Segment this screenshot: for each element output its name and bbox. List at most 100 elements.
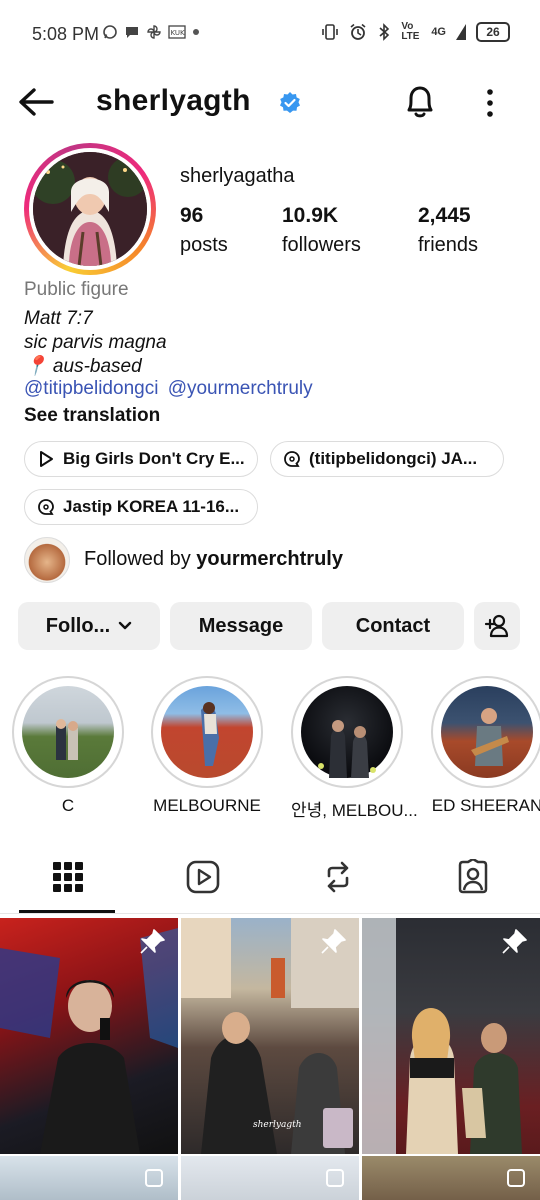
- threads-link[interactable]: @yourmerchtruly: [168, 378, 313, 399]
- friends-stat[interactable]: 2,445 friends: [418, 204, 478, 257]
- bio-line: sic parvis magna: [24, 332, 167, 353]
- highlight-label: ED SHEERAN: [431, 796, 540, 815]
- vertical-dots-icon: [487, 89, 493, 117]
- threads-chat-icon: [284, 451, 300, 467]
- contact-button[interactable]: Contact: [322, 602, 464, 650]
- system-icons: Vo LTE 4G 26: [321, 22, 510, 42]
- highlight-item[interactable]: MELBOURNE: [151, 676, 263, 816]
- tagged-icon: [458, 859, 487, 894]
- whatsapp-icon: [103, 25, 117, 39]
- posts-label: posts: [180, 234, 228, 256]
- follow-button[interactable]: Follo...: [18, 602, 160, 650]
- tab-reels[interactable]: [135, 840, 270, 914]
- message-button[interactable]: Message: [170, 602, 312, 650]
- bio: Matt 7:7 sic parvis magna 📍 aus-based: [24, 307, 167, 379]
- highlight-cover: [301, 686, 393, 778]
- bluetooth-icon: [379, 23, 390, 41]
- suggested-people-button[interactable]: [474, 602, 520, 650]
- pinned-icon: [502, 929, 527, 954]
- highlight-label: MELBOURNE: [153, 796, 261, 815]
- threads-chat-icon: [38, 499, 54, 515]
- dot-icon: [193, 29, 199, 35]
- chip-label: (titipbelidongci) JA...: [309, 449, 478, 468]
- profile-tabs: [0, 840, 540, 914]
- status-bar: 5:08 PM KUK Vo LTE 4G 26: [0, 0, 540, 70]
- posts-stat[interactable]: 96 posts: [180, 204, 228, 257]
- notification-icons: KUK: [102, 24, 200, 40]
- post-thumbnail[interactable]: sherlyagth: [181, 918, 359, 1154]
- grid-icon: [52, 862, 83, 892]
- see-translation-link[interactable]: See translation: [24, 405, 160, 427]
- status-time: 5:08 PM: [32, 24, 100, 44]
- followers-count: 10.9K: [282, 204, 339, 227]
- friends-count: 2,445: [418, 204, 471, 227]
- signal-icon: [456, 24, 466, 40]
- post-thumbnail[interactable]: [362, 1156, 540, 1200]
- more-options-button[interactable]: [478, 86, 502, 120]
- back-arrow-icon: [19, 88, 54, 116]
- notifications-button[interactable]: [402, 82, 438, 120]
- multi-post-icon: [326, 1169, 344, 1187]
- pinned-icon: [321, 929, 346, 954]
- display-name: sherlyagatha: [180, 165, 295, 187]
- post-thumbnail[interactable]: [362, 918, 540, 1154]
- bio-line: 📍 aus-based: [24, 356, 142, 377]
- profile-category: Public figure: [24, 279, 129, 300]
- tab-reposts[interactable]: [270, 840, 405, 914]
- highlight-item[interactable]: 안녕, MELBOU...: [291, 676, 418, 821]
- profile-avatar[interactable]: [24, 143, 156, 275]
- highlight-cover: [441, 686, 533, 778]
- kuk-app-icon: KUK: [168, 25, 186, 39]
- reposts-icon: [327, 861, 348, 893]
- chat-bubble-icon: [126, 27, 138, 38]
- post-thumbnail[interactable]: [181, 1156, 359, 1200]
- chip-label: Big Girls Don't Cry E...: [63, 449, 245, 468]
- pinwheel-icon: [147, 25, 161, 39]
- link-chip-thread[interactable]: Jastip KOREA 11-16...: [24, 489, 258, 525]
- highlight-item[interactable]: ED SHEERAN: [431, 676, 540, 816]
- verified-badge-icon: [280, 92, 300, 113]
- post-thumbnail[interactable]: [0, 1156, 178, 1200]
- back-button[interactable]: [16, 82, 56, 122]
- multi-post-icon: [145, 1169, 163, 1187]
- header-username: sherlyagth: [96, 84, 251, 117]
- link-chip-music[interactable]: Big Girls Don't Cry E...: [24, 441, 258, 477]
- bell-icon: [407, 86, 433, 118]
- active-tab-indicator: [19, 910, 115, 913]
- volte-indicator: Vo LTE: [401, 21, 420, 42]
- network-type: 4G: [431, 26, 446, 38]
- followers-label: followers: [282, 234, 361, 256]
- friends-label: friends: [418, 234, 479, 256]
- mutual-follower-avatar[interactable]: [24, 537, 70, 583]
- add-person-icon: [484, 614, 509, 638]
- followed-by-text[interactable]: Followed by yourmerchtruly: [84, 548, 343, 571]
- bio-line: Matt 7:7: [24, 308, 93, 329]
- profile-photo: [33, 152, 147, 266]
- reels-icon: [186, 860, 219, 894]
- multi-post-icon: [507, 1169, 525, 1187]
- highlight-label: C: [61, 796, 75, 815]
- threads-link[interactable]: @titipbelidongci: [24, 378, 158, 399]
- svg-text:KUK: KUK: [171, 29, 186, 37]
- mutual-follower-name: yourmerchtruly: [196, 548, 343, 570]
- highlight-label: 안녕, MELBOU...: [291, 801, 418, 820]
- chip-label: Jastip KOREA 11-16...: [63, 497, 240, 516]
- profile-photo-illustration: [33, 152, 147, 266]
- tab-tagged[interactable]: [405, 840, 540, 914]
- followers-stat[interactable]: 10.9K followers: [282, 204, 361, 257]
- highlight-cover: [161, 686, 253, 778]
- link-chip-thread[interactable]: (titipbelidongci) JA...: [270, 441, 504, 477]
- alarm-icon: [350, 23, 366, 40]
- play-icon: [40, 451, 53, 467]
- vibrate-icon: [322, 24, 339, 40]
- battery-indicator: 26: [476, 22, 510, 42]
- threads-links: @titipbelidongci @yourmerchtruly: [24, 378, 313, 400]
- highlight-item[interactable]: C: [12, 676, 124, 816]
- post-thumbnail[interactable]: [0, 918, 178, 1154]
- pinned-icon: [140, 929, 165, 954]
- tab-grid[interactable]: [0, 840, 135, 914]
- highlight-cover: [22, 686, 114, 778]
- profile-header: sherlyagth: [0, 78, 540, 126]
- chevron-down-icon: [119, 621, 132, 630]
- posts-count: 96: [180, 204, 204, 227]
